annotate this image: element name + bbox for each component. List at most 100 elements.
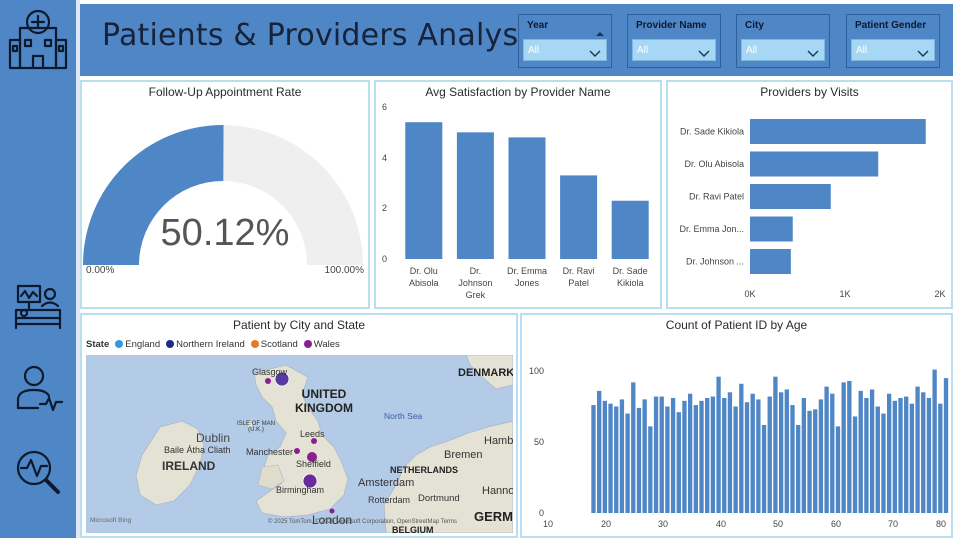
legend-item-northern-ireland[interactable]: Northern Ireland bbox=[166, 339, 245, 350]
age-bar[interactable] bbox=[784, 389, 789, 513]
map-copyright[interactable]: © 2025 TomTom, © 2025 Microsoft Corporat… bbox=[268, 519, 457, 525]
visits-bar[interactable] bbox=[750, 119, 926, 144]
age-bar[interactable] bbox=[653, 396, 659, 513]
patient-gender-dropdown[interactable]: All bbox=[851, 39, 935, 61]
age-bar[interactable] bbox=[591, 405, 596, 513]
chevron-down-icon[interactable] bbox=[697, 44, 711, 63]
chevron-down-icon[interactable] bbox=[588, 44, 602, 63]
visits-panel[interactable]: Providers by Visits 0K 1K 2K Dr. Sade Ki… bbox=[666, 80, 953, 309]
age-bar[interactable] bbox=[875, 406, 880, 514]
age-chart-panel[interactable]: Count of Patient ID by Age 100 50 0 10 2… bbox=[520, 313, 953, 538]
age-bar[interactable] bbox=[898, 397, 903, 513]
age-bar[interactable] bbox=[778, 392, 784, 513]
age-bar[interactable] bbox=[722, 397, 727, 513]
age-bar[interactable] bbox=[830, 393, 835, 513]
age-bar[interactable] bbox=[773, 376, 778, 513]
age-bar[interactable] bbox=[665, 406, 670, 514]
provider-name-dropdown[interactable]: All bbox=[632, 39, 716, 61]
age-bar[interactable] bbox=[886, 393, 892, 513]
age-bar[interactable] bbox=[926, 397, 932, 513]
age-bar[interactable] bbox=[892, 400, 897, 513]
age-bar[interactable] bbox=[938, 403, 943, 513]
age-bar[interactable] bbox=[614, 406, 619, 514]
visits-bar[interactable] bbox=[750, 249, 791, 274]
satisfaction-bar[interactable] bbox=[456, 132, 494, 259]
satisfaction-bar[interactable] bbox=[405, 122, 443, 259]
map-canvas[interactable]: Glasgow UNITED KINGDOM ISLE OF MAN (U.K.… bbox=[86, 355, 513, 533]
patient-gender-slicer[interactable]: Patient Gender All bbox=[846, 14, 940, 68]
visits-bar[interactable] bbox=[750, 216, 793, 242]
provider-name-slicer[interactable]: Provider Name All bbox=[627, 14, 721, 68]
chevron-down-icon[interactable] bbox=[806, 44, 820, 63]
satisfaction-bar[interactable] bbox=[611, 200, 649, 259]
age-bar[interactable] bbox=[642, 399, 647, 513]
age-bar[interactable] bbox=[801, 397, 807, 513]
age-bar[interactable] bbox=[790, 405, 795, 513]
age-bar[interactable] bbox=[847, 380, 852, 513]
age-bar[interactable] bbox=[659, 396, 664, 513]
city-slicer[interactable]: City All bbox=[736, 14, 830, 68]
age-bar[interactable] bbox=[796, 424, 801, 513]
age-bar[interactable] bbox=[761, 424, 767, 513]
age-bar[interactable] bbox=[602, 400, 608, 513]
age-bar[interactable] bbox=[687, 393, 693, 513]
map-bubble-glasgow[interactable] bbox=[265, 378, 271, 384]
age-bar[interactable] bbox=[818, 399, 824, 513]
satisfaction-bar[interactable] bbox=[508, 137, 546, 259]
age-bar[interactable] bbox=[619, 399, 625, 513]
age-bar[interactable] bbox=[807, 410, 812, 513]
age-bar[interactable] bbox=[824, 386, 829, 513]
age-bar[interactable] bbox=[625, 413, 630, 513]
map-bubble-manchester[interactable] bbox=[294, 448, 300, 454]
city-dropdown[interactable]: All bbox=[741, 39, 825, 61]
age-bar[interactable] bbox=[750, 393, 755, 513]
hospital-icon[interactable] bbox=[0, 6, 76, 72]
age-bar[interactable] bbox=[608, 403, 613, 513]
age-bar[interactable] bbox=[699, 400, 704, 513]
age-bar[interactable] bbox=[631, 382, 636, 513]
age-bar[interactable] bbox=[915, 386, 920, 513]
legend-item-scotland[interactable]: Scotland bbox=[250, 339, 298, 350]
age-bar[interactable] bbox=[744, 402, 750, 513]
age-bar[interactable] bbox=[597, 390, 602, 513]
provider-icon[interactable] bbox=[0, 364, 76, 416]
age-bar[interactable] bbox=[864, 397, 869, 513]
age-bar[interactable] bbox=[733, 406, 738, 514]
age-bar[interactable] bbox=[756, 399, 761, 513]
follow-up-gauge-panel[interactable]: Follow-Up Appointment Rate 50.12% 0.00% … bbox=[80, 80, 370, 309]
age-bar[interactable] bbox=[682, 400, 687, 513]
age-bar[interactable] bbox=[739, 383, 744, 513]
map-panel[interactable]: Patient by City and State State England … bbox=[80, 313, 518, 538]
patient-bed-icon[interactable] bbox=[0, 282, 76, 334]
chevron-down-icon[interactable] bbox=[916, 44, 930, 63]
age-bar[interactable] bbox=[841, 382, 846, 513]
year-slicer[interactable]: Year All bbox=[518, 14, 612, 68]
age-bar[interactable] bbox=[767, 396, 772, 513]
age-bar[interactable] bbox=[716, 376, 721, 513]
age-bar[interactable] bbox=[852, 416, 858, 513]
age-bar[interactable] bbox=[705, 397, 710, 513]
analysis-icon[interactable] bbox=[0, 446, 76, 498]
age-bar[interactable] bbox=[858, 390, 863, 513]
age-bar[interactable] bbox=[670, 397, 676, 513]
legend-item-wales[interactable]: Wales bbox=[303, 339, 340, 350]
age-bar[interactable] bbox=[943, 378, 949, 513]
age-bar[interactable] bbox=[869, 389, 875, 513]
age-bar[interactable] bbox=[932, 369, 937, 513]
age-bar[interactable] bbox=[648, 426, 653, 513]
age-bar[interactable] bbox=[909, 403, 915, 513]
age-bar[interactable] bbox=[636, 407, 642, 513]
visits-bar[interactable] bbox=[750, 184, 831, 209]
legend-item-england[interactable]: England bbox=[115, 339, 160, 350]
satisfaction-bar[interactable] bbox=[560, 175, 598, 259]
visits-bar[interactable] bbox=[750, 151, 879, 177]
age-bar[interactable] bbox=[904, 396, 909, 513]
age-bar[interactable] bbox=[710, 396, 716, 513]
age-bar[interactable] bbox=[835, 426, 841, 513]
age-bar[interactable] bbox=[813, 409, 818, 513]
age-bar[interactable] bbox=[881, 413, 886, 513]
satisfaction-panel[interactable]: Avg Satisfaction by Provider Name 6 4 2 … bbox=[374, 80, 662, 309]
age-bar[interactable] bbox=[693, 405, 698, 513]
age-bar[interactable] bbox=[676, 412, 681, 513]
age-bar[interactable] bbox=[921, 392, 926, 513]
